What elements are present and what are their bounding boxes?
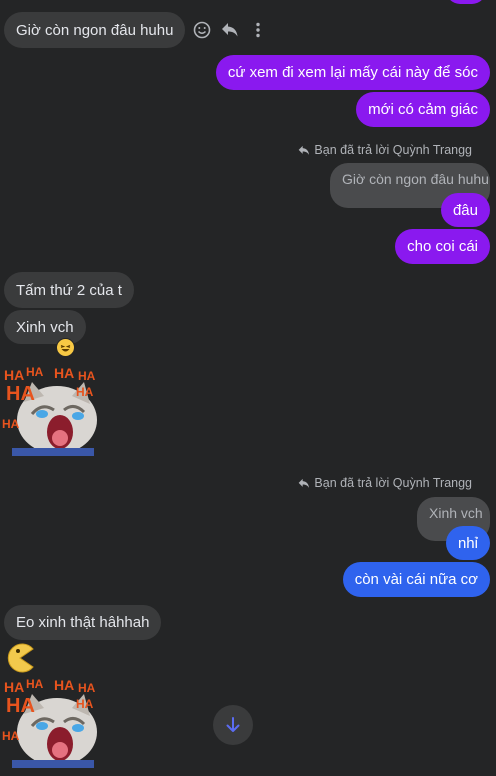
arrow-down-icon	[226, 717, 240, 732]
sticker-ha: HA	[54, 677, 74, 693]
reply-small-icon	[299, 145, 310, 155]
reply-label-text: Bạn đã trả lời Quỳnh Trangg	[314, 476, 472, 490]
message-outgoing[interactable]: mới có cảm giác	[356, 92, 490, 127]
smiley-icon[interactable]	[191, 19, 213, 41]
reply-label-text: Bạn đã trả lời Quỳnh Trangg	[314, 143, 472, 157]
message-incoming[interactable]: Eo xinh thật hâhhah	[4, 605, 162, 640]
message-partial-top	[446, 0, 486, 4]
reply-label: Bạn đã trả lời Quỳnh Trangg	[298, 476, 472, 490]
more-vertical-icon[interactable]	[247, 19, 269, 41]
sticker-ha: HA	[4, 679, 24, 695]
scroll-to-bottom-button[interactable]	[213, 705, 253, 745]
sticker-ha: HA	[26, 677, 44, 691]
reply-icon[interactable]	[219, 19, 241, 41]
sticker-ha: HA	[76, 385, 94, 399]
message-outgoing[interactable]: đâu	[440, 193, 490, 227]
cat-sticker[interactable]: HA HA HA HA HA HA HA	[2, 362, 98, 458]
laughing-emoji-icon[interactable]	[56, 338, 75, 357]
reply-small-icon	[299, 478, 310, 488]
message-outgoing[interactable]: cứ xem đi xem lại mấy cái này để sóc	[215, 55, 490, 90]
sticker-ha: HA	[26, 365, 44, 379]
pacman-emoji-icon[interactable]	[4, 642, 36, 674]
reply-label: Bạn đã trả lời Quỳnh Trangg	[298, 143, 472, 157]
cat-sticker[interactable]: HA HA HA HA HA HA HA	[2, 674, 98, 770]
sticker-ha: HA	[6, 695, 35, 717]
message-outgoing[interactable]: cho coi cái	[395, 229, 490, 264]
sticker-ha: HA	[2, 417, 20, 431]
message-outgoing[interactable]: nhỉ	[445, 526, 490, 560]
message-incoming[interactable]: Tấm thứ 2 của t	[4, 272, 134, 308]
sticker-ha: HA	[2, 729, 20, 743]
message-incoming[interactable]: Giờ còn ngon đâu huhu	[4, 12, 186, 48]
sticker-ha: HA	[54, 365, 74, 381]
sticker-ha: HA	[6, 383, 35, 405]
sticker-ha: HA	[78, 369, 96, 383]
message-outgoing[interactable]: còn vài cái nữa cơ	[342, 562, 490, 597]
sticker-ha: HA	[4, 367, 24, 383]
sticker-ha: HA	[76, 697, 94, 711]
sticker-ha: HA	[78, 681, 96, 695]
